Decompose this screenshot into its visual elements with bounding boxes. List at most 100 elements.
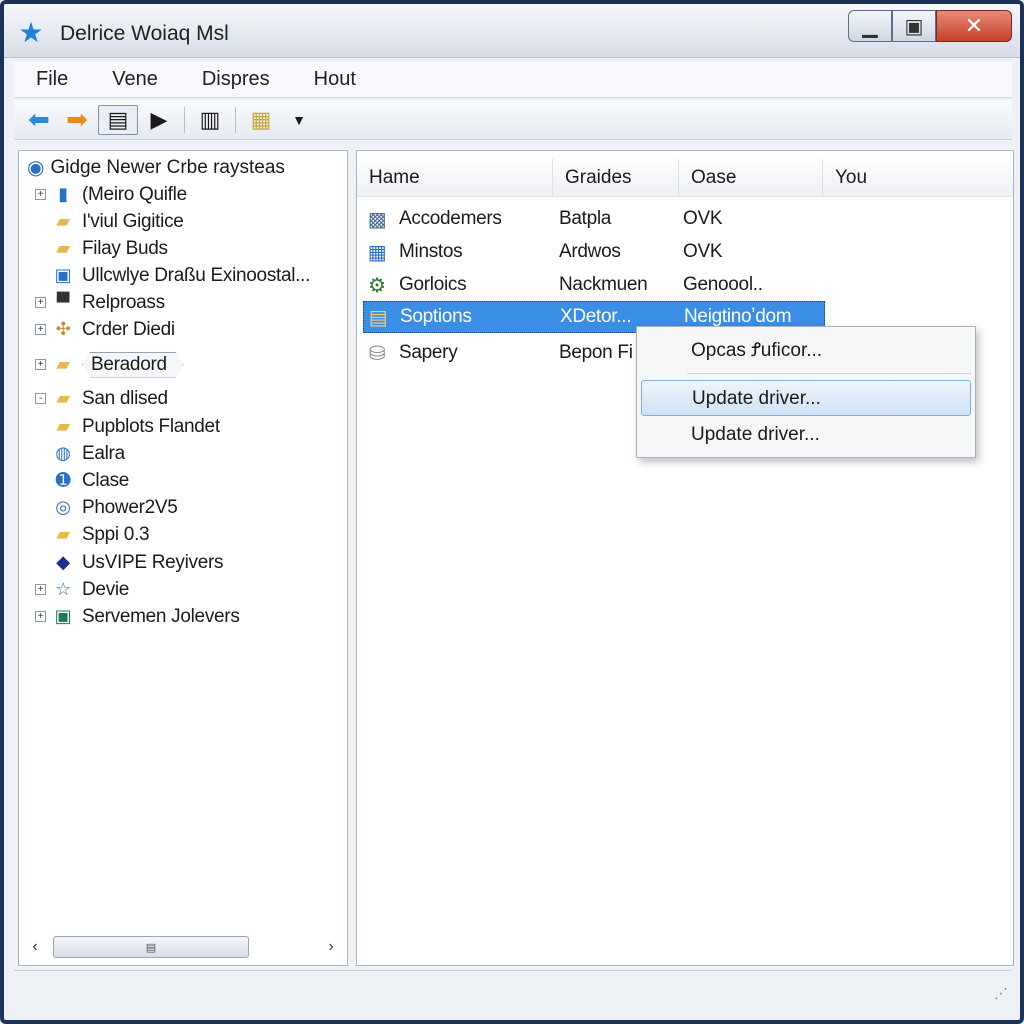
toolbar-separator xyxy=(184,106,185,133)
tree-item-label: Servemen Jolevers xyxy=(82,605,240,627)
folder-icon: ▰ xyxy=(56,238,70,258)
expand-icon[interactable]: + xyxy=(35,297,46,308)
tree-item-label: Ullcwlye Draßu Exinoostal... xyxy=(82,264,311,286)
menu-help[interactable]: Hout xyxy=(292,68,378,91)
tree-item[interactable]: ➊ Clase xyxy=(35,467,130,494)
diamond-icon: ◆ xyxy=(56,552,70,572)
toolbar: ⬅ ➡ ▤ ▶ ▥ ▦ ▼ xyxy=(14,100,1012,140)
monitor-icon: ▣ xyxy=(54,606,72,626)
disc-icon: ◎ xyxy=(55,497,71,517)
folder-icon: ▰ xyxy=(56,211,70,231)
cube-icon: ▩ xyxy=(367,208,387,231)
tree-item-label: San dlised xyxy=(82,387,168,409)
tree-item[interactable]: ▰ Sppi 0.3 xyxy=(35,521,149,548)
context-menu-item-update-driver-2[interactable]: Update driver... xyxy=(641,417,971,453)
tree-item-label: (Meiro Quifle xyxy=(82,183,187,205)
toolbar-separator xyxy=(235,106,236,133)
table-row[interactable]: ▩ Accodemers Batpla OVK xyxy=(363,203,825,235)
tree-item[interactable]: + ▀ Relproass xyxy=(35,289,165,316)
resize-grip-icon[interactable]: ⋰ xyxy=(994,985,1008,1002)
column-header-4[interactable]: You xyxy=(823,159,1013,196)
device-tree-pane: ◉ Gidge Newer Crbe raysteas + ▮ (Meiro Q… xyxy=(18,150,348,966)
row-col3: OVK xyxy=(683,241,723,262)
table-row[interactable]: ▦ Minstos Ardwos OVK xyxy=(363,236,825,268)
tree-item[interactable]: ▰ Pupblots Flandet xyxy=(35,413,220,440)
scroll-right-icon[interactable]: › xyxy=(321,938,341,956)
menu-display[interactable]: Dispres xyxy=(180,68,292,91)
expand-icon[interactable]: + xyxy=(35,611,46,622)
device-list-pane: Hame Graides Oase You ▩ Accodemers Batpla… xyxy=(356,150,1014,966)
tree-item[interactable]: ◆ UsVIPE Reyivers xyxy=(35,549,223,576)
row-col2: Ardwos xyxy=(559,241,621,262)
folder-icon: ▰ xyxy=(56,416,70,436)
maximize-button[interactable]: ▣ xyxy=(892,10,936,42)
expand-icon[interactable]: + xyxy=(35,584,46,595)
window-controls: ▁ ▣ ✕ xyxy=(848,10,1012,46)
tree-item[interactable]: ◎ Phower2V5 xyxy=(35,494,178,521)
tree-item[interactable]: + ▮ (Meiro Quifle xyxy=(35,181,187,208)
tree-item-label: Clase xyxy=(82,469,130,491)
back-arrow-icon[interactable]: ⬅ xyxy=(22,104,56,135)
column-header-name[interactable]: Hame xyxy=(357,159,553,196)
scroll-thumb[interactable]: ▤ xyxy=(53,936,249,958)
forward-arrow-icon[interactable]: ➡ xyxy=(60,104,94,135)
collapse-icon[interactable]: - xyxy=(35,393,46,404)
tree-item[interactable]: - ▰ San dlised xyxy=(35,385,168,412)
horizontal-scrollbar[interactable]: ‹ ▤ › xyxy=(25,935,341,959)
dropdown-arrow-icon[interactable]: ▼ xyxy=(282,105,316,135)
device-icon: ▮ xyxy=(58,184,68,204)
scan-hardware-icon[interactable]: ▦ xyxy=(244,105,278,135)
tree-item[interactable]: + ☆ Devie xyxy=(35,576,129,603)
expand-icon[interactable]: + xyxy=(35,359,46,370)
tree-item[interactable]: ▰ I'viul Gigitice xyxy=(35,208,184,235)
tree-item-label: UsVIPE Reyivers xyxy=(82,551,224,573)
tree-item-label: Crder Diedi xyxy=(82,318,175,340)
expand-icon[interactable]: + xyxy=(35,324,46,335)
context-menu: Opcas Ꝭuficor... Update driver... Update… xyxy=(636,326,976,458)
row-col3: OVK xyxy=(683,208,723,229)
table-row[interactable]: ⚙ Gorloics Nackmuen Genoool.. xyxy=(363,269,825,301)
tree-item[interactable]: + ▣ Servemen Jolevers xyxy=(35,603,240,630)
tree-item-label: Beradord xyxy=(82,351,184,378)
globe-icon: ◍ xyxy=(55,443,71,463)
tree-item-label: Ealra xyxy=(82,442,125,464)
menu-view[interactable]: Vene xyxy=(90,68,180,91)
row-name: Minstos xyxy=(399,241,463,262)
tree-item[interactable]: ◍ Ealra xyxy=(35,440,125,467)
gear-icon: ⚙ xyxy=(368,274,386,297)
hardware-icon: ▦ xyxy=(367,241,387,264)
view-list-icon[interactable]: ▥ xyxy=(193,105,227,135)
window-title: Delrice Woiaq Msl xyxy=(60,22,229,45)
tree-item-label: Sppi 0.3 xyxy=(82,523,150,545)
context-menu-item-properties[interactable]: Opcas Ꝭuficor... xyxy=(641,333,971,369)
column-header-2[interactable]: Graides xyxy=(553,159,679,196)
info-icon: ➊ xyxy=(55,470,71,490)
menu-file[interactable]: File xyxy=(14,68,90,91)
title-bar: ★ Delrice Woiaq Msl ▁ ▣ ✕ xyxy=(4,4,1020,58)
row-col2: Batpla xyxy=(559,208,612,229)
row-name: Gorloics xyxy=(399,274,467,295)
row-name: Sapery xyxy=(399,342,458,363)
board-icon: ▤ xyxy=(368,306,388,329)
tree-root[interactable]: ◉ Gidge Newer Crbe raysteas xyxy=(27,155,285,180)
close-button[interactable]: ✕ xyxy=(936,10,1012,42)
tree-item[interactable]: ▰ Filay Buds xyxy=(35,235,168,262)
tree-item[interactable]: + ✣ Crder Diedi xyxy=(35,316,175,343)
tree-item-label: Relproass xyxy=(82,291,165,313)
row-col2: Nackmuen xyxy=(559,274,648,295)
tree-item[interactable]: ▣ Ullcwlye Draßu Exinoostal... xyxy=(35,262,311,289)
column-header-3[interactable]: Oase xyxy=(679,159,823,196)
expand-icon[interactable]: + xyxy=(35,189,46,200)
computer-icon: ◉ xyxy=(27,157,45,179)
scroll-track[interactable]: ▤ xyxy=(45,936,321,958)
minimize-button[interactable]: ▁ xyxy=(848,10,892,42)
tree-item-label: Pupblots Flandet xyxy=(82,415,220,437)
context-menu-item-update-driver[interactable]: Update driver... xyxy=(641,380,971,416)
properties-icon[interactable]: ▤ xyxy=(98,104,138,135)
star-icon: ☆ xyxy=(55,579,71,599)
tree-item-selected[interactable]: + ▰ Beradord xyxy=(35,351,184,378)
drive-icon: ⛁ xyxy=(368,342,386,365)
folder-icon: ▰ xyxy=(56,524,70,544)
scroll-left-icon[interactable]: ‹ xyxy=(25,938,45,956)
play-icon[interactable]: ▶ xyxy=(142,105,176,135)
